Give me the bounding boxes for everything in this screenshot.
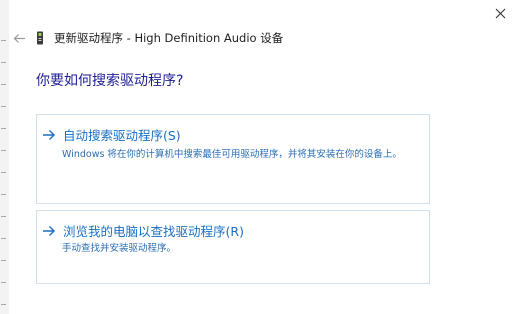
close-icon [495, 8, 505, 18]
back-arrow-icon [13, 33, 25, 43]
auto-search-option[interactable]: 自动搜索驱动程序(S) Windows 将在你的计算机中搜索最佳可用驱动程序，并… [36, 114, 430, 204]
browse-computer-option[interactable]: 浏览我的电脑以查找驱动程序(R) 手动查找并安装驱动程序。 [36, 210, 430, 284]
option-main-row: 自动搜索驱动程序(S) [42, 125, 181, 144]
arrow-right-icon [43, 129, 55, 140]
window-title: 更新驱动程序 - High Definition Audio 设备 [54, 31, 284, 45]
update-driver-dialog: 更新驱动程序 - High Definition Audio 设备 你要如何搜索… [9, 0, 520, 314]
auto-search-description: Windows 将在你的计算机中搜索最佳可用驱动程序，并将其安装在你的设备上。 [62, 149, 402, 160]
back-button[interactable] [11, 30, 27, 46]
browse-computer-description: 手动查找并安装驱动程序。 [62, 243, 177, 254]
close-button[interactable] [486, 2, 514, 24]
auto-search-label: 自动搜索驱动程序(S) [63, 128, 181, 143]
option-main-row: 浏览我的电脑以查找驱动程序(R) [42, 221, 244, 240]
audio-device-icon [37, 31, 43, 45]
browse-computer-label: 浏览我的电脑以查找驱动程序(R) [63, 224, 244, 239]
arrow-right-icon [43, 225, 55, 236]
page-heading: 你要如何搜索驱动程序? [36, 73, 184, 89]
window-title-row: 更新驱动程序 - High Definition Audio 设备 [36, 29, 283, 47]
